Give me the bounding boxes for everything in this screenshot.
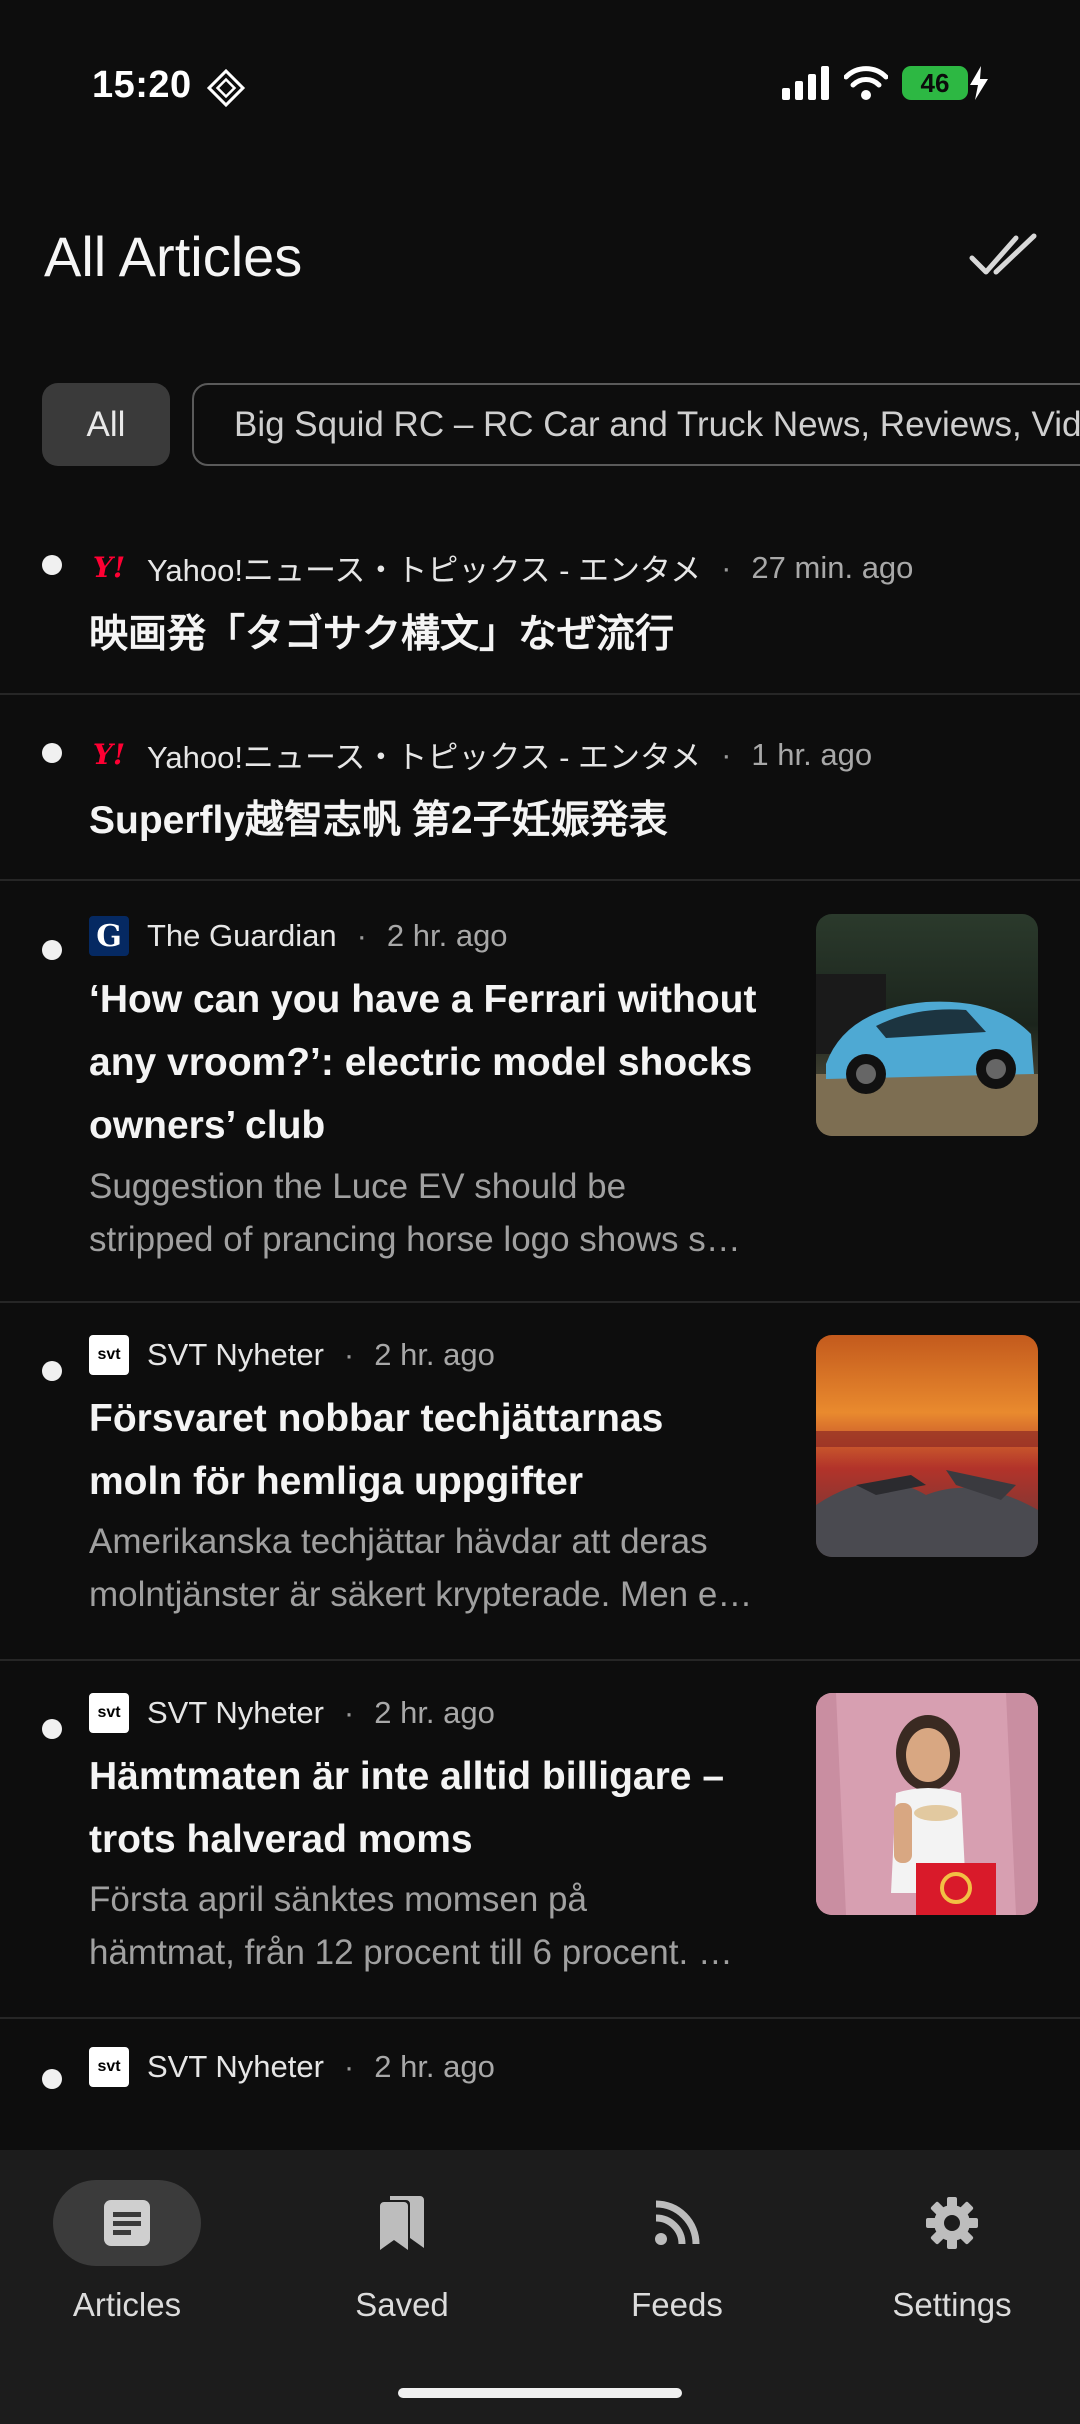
unread-dot [42, 1719, 62, 1739]
guardian-logo-icon: G [89, 916, 129, 956]
article-item[interactable]: svt SVT Nyheter · 2 hr. ago [0, 2021, 1080, 2150]
nav-settings[interactable]: Settings [842, 2180, 1062, 2324]
article-item[interactable]: svt SVT Nyheter · 2 hr. ago Hämtmaten är… [0, 1663, 1080, 2019]
article-summary: Suggestion the Luce EV should be strippe… [89, 1167, 741, 1259]
yahoo-logo-icon: Y! [92, 738, 126, 771]
mark-all-read-icon[interactable] [968, 228, 1038, 286]
svt-logo-icon: svt [89, 2047, 129, 2087]
article-time: 2 hr. ago [374, 1695, 495, 1730]
article-item[interactable]: G The Guardian · 2 hr. ago ‘How can you … [0, 883, 1080, 1303]
chip-feed-big-squid-rc[interactable]: Big Squid RC – RC Car and Truck News, Re… [192, 383, 1080, 466]
page-title: All Articles [44, 225, 303, 288]
nav-label: Saved [355, 2286, 449, 2323]
article-meta: svt SVT Nyheter · 2 hr. ago [89, 1335, 495, 1375]
article-source: The Guardian [147, 918, 337, 953]
separator-dot: · [343, 1337, 355, 1372]
rss-icon [655, 2200, 700, 2245]
home-indicator[interactable] [398, 2388, 682, 2398]
article-source: SVT Nyheter [147, 1337, 324, 1372]
nav-feeds[interactable]: Feeds [567, 2180, 787, 2324]
electric-car-image [816, 914, 1038, 1136]
cellular-signal-icon [782, 66, 829, 100]
nav-feeds-pill [603, 2180, 751, 2266]
nav-saved[interactable]: Saved [292, 2180, 512, 2324]
article-thumbnail [816, 1693, 1038, 1915]
article-headline: 映画発「タゴサク構文」なぜ流行 [89, 613, 675, 656]
article-source: Yahoo!ニュース・トピックス - エンタメ [147, 553, 702, 588]
nav-settings-pill [878, 2180, 1026, 2266]
article-meta: Y! Yahoo!ニュース・トピックス - エンタメ · 27 min. ago [89, 545, 914, 590]
status-bar: 15:20 46 [0, 0, 1080, 130]
article-meta: G The Guardian · 2 hr. ago [89, 916, 508, 956]
article-summary: Amerikanska techjättar hävdar att deras … [89, 1522, 753, 1614]
article-headline: ‘How can you have a Ferrari without any … [89, 978, 757, 1147]
article-headline: Superfly越智志帆 第2子妊娠発表 [89, 799, 668, 842]
separator-dot: · [721, 736, 732, 772]
nav-label: Settings [892, 2286, 1012, 2323]
article-source: SVT Nyheter [147, 2049, 324, 2084]
gear-icon [926, 2197, 978, 2249]
status-right: 46 [782, 66, 990, 100]
nav-articles-pill [53, 2180, 201, 2266]
unread-dot [42, 743, 62, 763]
article-icon [104, 2200, 150, 2246]
notification-diamond-icon [206, 68, 246, 108]
article-time: 2 hr. ago [374, 2049, 495, 2084]
nav-saved-pill [328, 2180, 476, 2266]
article-time: 1 hr. ago [751, 736, 873, 772]
bottom-navigation: Articles Saved Feeds Settings [0, 2150, 1080, 2424]
article-meta: svt SVT Nyheter · 2 hr. ago [89, 1693, 495, 1733]
svt-logo-icon: svt [89, 1693, 129, 1733]
article-thumbnail [816, 914, 1038, 1136]
article-time: 2 hr. ago [374, 1337, 495, 1372]
unread-dot [42, 2069, 62, 2089]
separator-dot: · [343, 2049, 355, 2084]
article-time: 2 hr. ago [386, 918, 508, 953]
battery-level: 46 [920, 67, 950, 98]
unread-dot [42, 1361, 62, 1381]
battery-indicator: 46 [902, 66, 968, 100]
article-item[interactable]: Y! Yahoo!ニュース・トピックス - エンタメ · 27 min. ago… [0, 515, 1080, 695]
feed-filter-chips: All Big Squid RC – RC Car and Truck News… [42, 383, 1080, 466]
article-item[interactable]: svt SVT Nyheter · 2 hr. ago Försvaret no… [0, 1305, 1080, 1661]
chip-all[interactable]: All [42, 383, 170, 466]
unread-dot [42, 940, 62, 960]
screen: 15:20 46 All Articles All Big Squid RC –… [0, 0, 1080, 2424]
separator-dot: · [343, 1695, 355, 1730]
article-source: Yahoo!ニュース・トピックス - エンタメ [147, 740, 702, 775]
article-summary: Första april sänktes momsen på hämtmat, … [89, 1880, 733, 1972]
wifi-icon [844, 66, 888, 100]
article-thumbnail [816, 1335, 1038, 1557]
unread-dot [42, 555, 62, 575]
separator-dot: · [721, 549, 732, 585]
article-meta: svt SVT Nyheter · 2 hr. ago [89, 2047, 495, 2087]
nav-articles[interactable]: Articles [17, 2180, 237, 2324]
nav-label: Feeds [631, 2286, 723, 2323]
yahoo-logo-icon: Y! [92, 551, 126, 584]
separator-dot: · [356, 918, 367, 953]
article-item[interactable]: Y! Yahoo!ニュース・トピックス - エンタメ · 1 hr. ago S… [0, 697, 1080, 881]
status-time: 15:20 [92, 64, 192, 106]
bookmark-icon [380, 2196, 424, 2250]
charging-bolt-icon [970, 66, 988, 100]
article-headline: Försvaret nobbar techjättarnas moln för … [89, 1397, 664, 1503]
nav-label: Articles [72, 2286, 182, 2323]
article-headline: Hämtmaten är inte alltid billigare – tro… [89, 1755, 725, 1861]
military-tech-image [816, 1335, 1038, 1557]
article-time: 27 min. ago [751, 549, 914, 585]
person-takeaway-image [816, 1693, 1038, 1915]
article-source: SVT Nyheter [147, 1695, 324, 1730]
svt-logo-icon: svt [89, 1335, 129, 1375]
chip-feed-label: Big Squid RC – RC Car and Truck News, Re… [234, 404, 1080, 444]
article-meta: Y! Yahoo!ニュース・トピックス - エンタメ · 1 hr. ago [89, 732, 872, 777]
